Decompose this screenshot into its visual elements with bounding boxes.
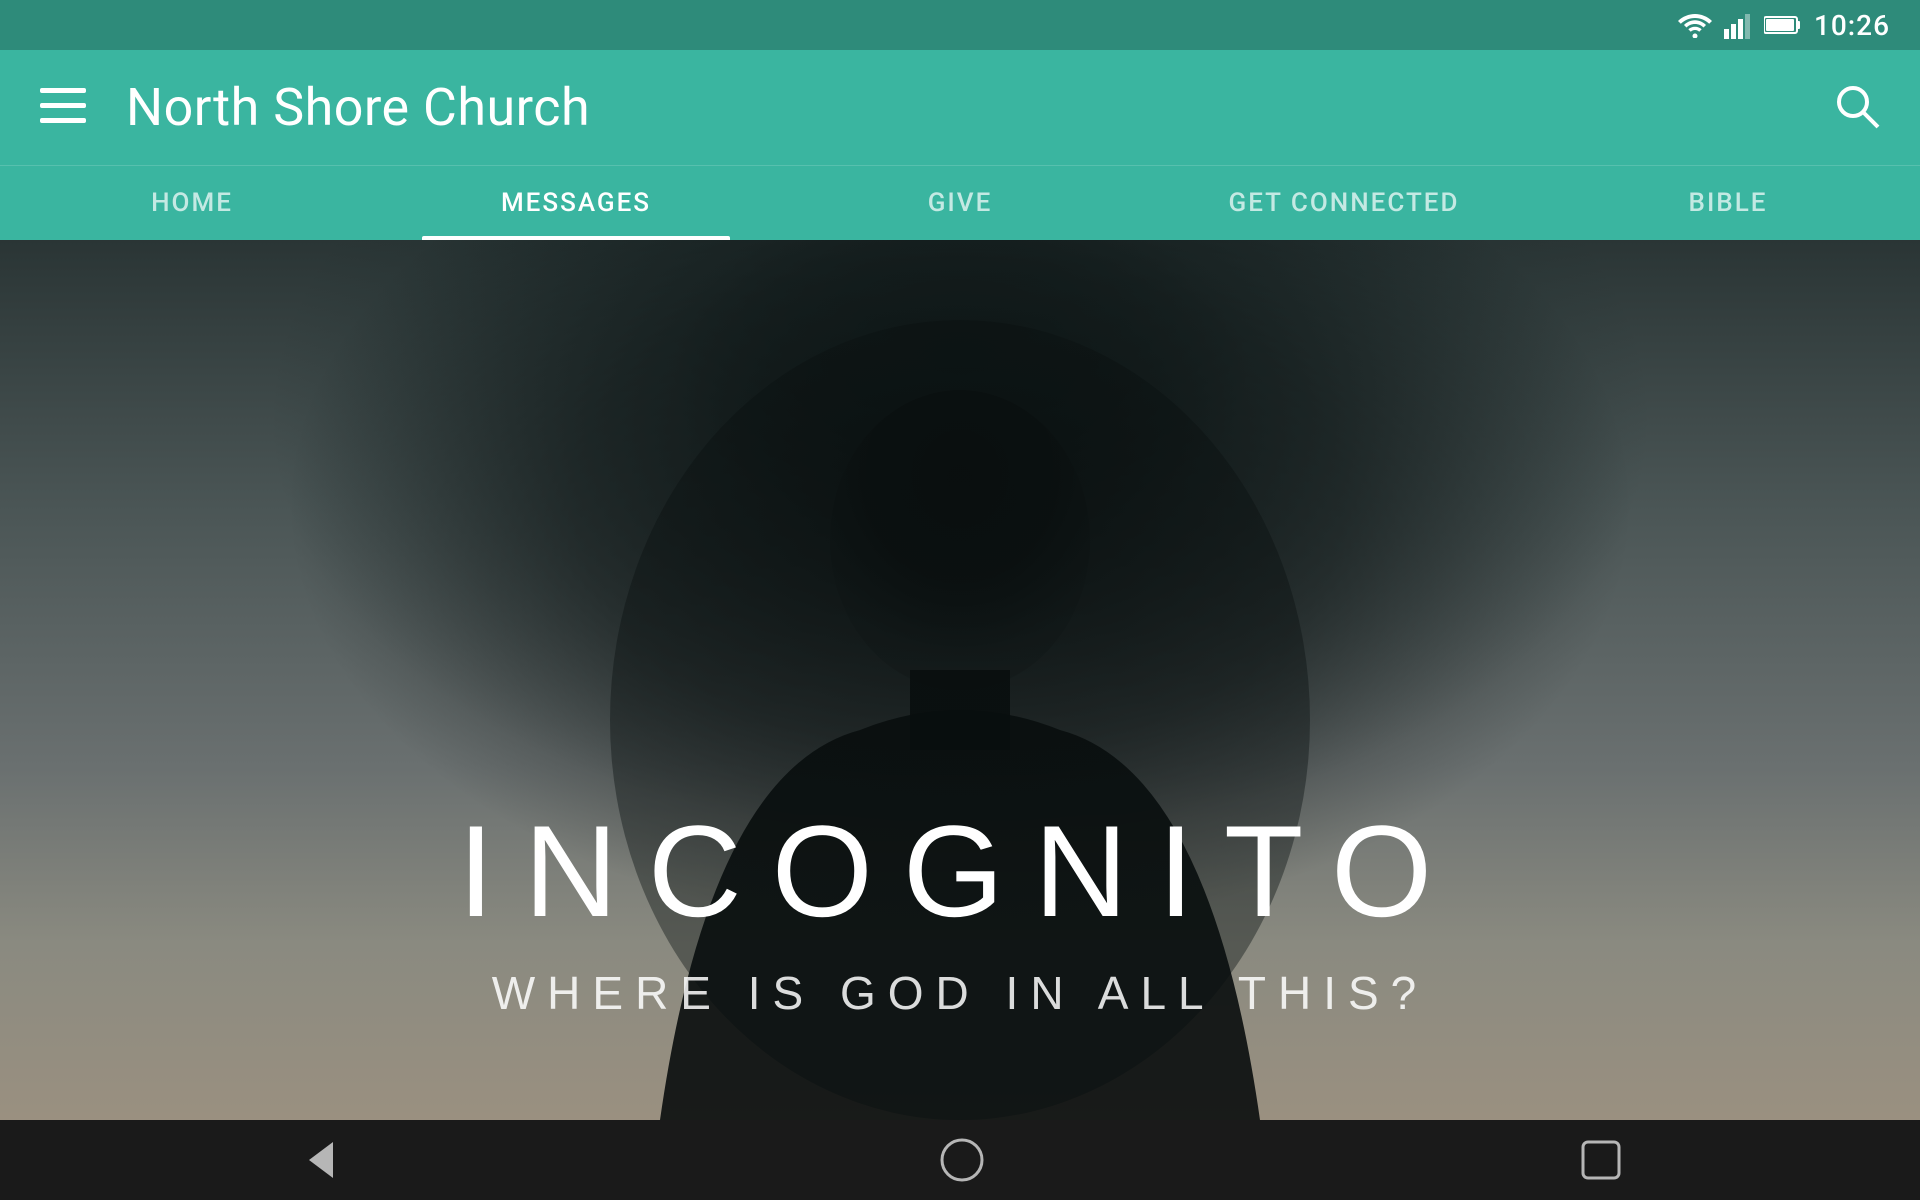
search-button[interactable] [1834,83,1880,133]
battery-icon [1764,15,1802,35]
wifi-icon [1678,12,1712,38]
tab-messages[interactable]: MESSAGES [384,166,768,240]
hero-text: INCOGNITO WHERE IS GOD IN ALL THIS? [0,796,1920,1020]
nav-tabs: HOME MESSAGES GIVE GET CONNECTED BIBLE [0,165,1920,240]
tab-bible[interactable]: BIBLE [1536,166,1920,240]
app-bar: North Shore Church [0,50,1920,165]
status-bar: 10:26 [0,0,1920,50]
recents-button[interactable] [1577,1136,1625,1184]
tab-give[interactable]: GIVE [768,166,1152,240]
app-title: North Shore Church [126,77,1834,138]
status-icons: 10:26 [1678,9,1890,42]
signal-icon [1724,11,1752,39]
hero-title: INCOGNITO [0,796,1920,946]
status-time: 10:26 [1814,9,1890,42]
hero-subtitle: WHERE IS GOD IN ALL THIS? [0,966,1920,1020]
tab-get-connected[interactable]: GET CONNECTED [1152,166,1536,240]
bottom-nav [0,1120,1920,1200]
home-button[interactable] [936,1134,988,1186]
back-button[interactable] [295,1134,347,1186]
tab-home[interactable]: HOME [0,166,384,240]
menu-button[interactable] [40,88,86,128]
main-content: INCOGNITO WHERE IS GOD IN ALL THIS? [0,240,1920,1120]
